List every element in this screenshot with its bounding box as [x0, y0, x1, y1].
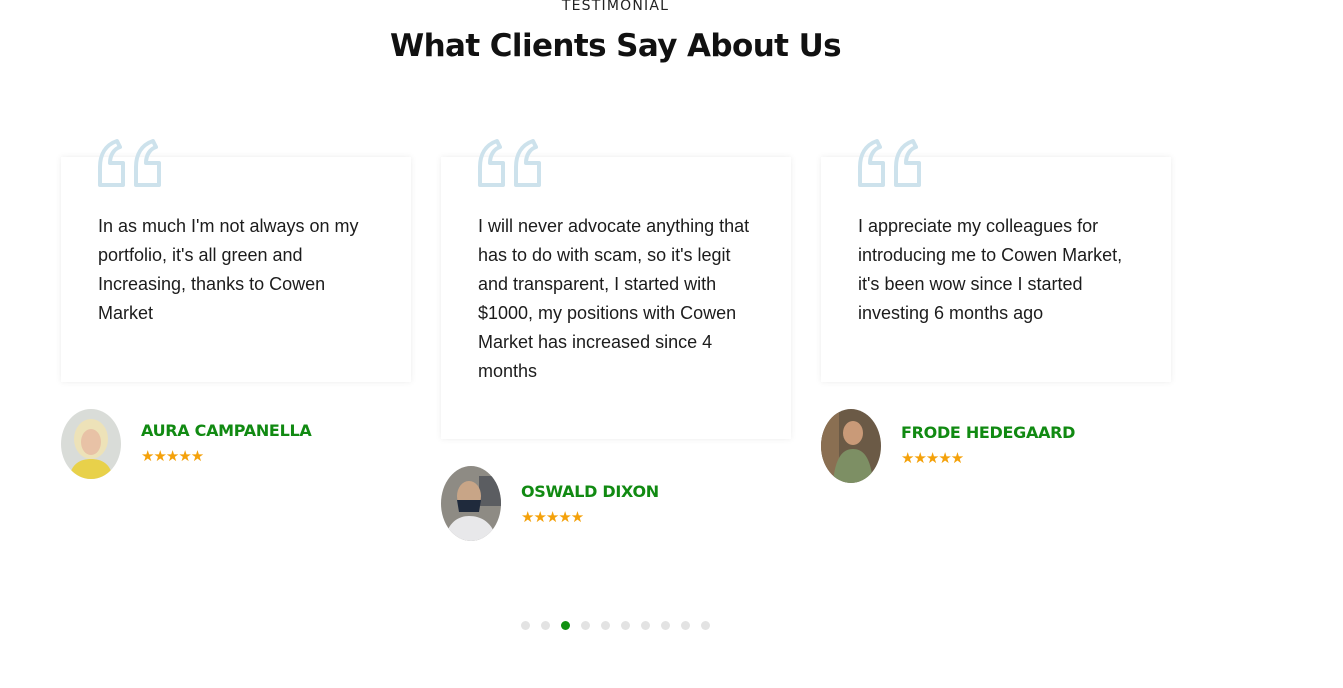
section-eyebrow: TESTIMONIAL	[561, 0, 670, 14]
quote-icon	[478, 139, 541, 187]
carousel-dot-6[interactable]	[621, 621, 630, 630]
testimonial-section: TESTIMONIAL What Clients Say About Us In…	[0, 0, 1343, 688]
avatar	[61, 409, 121, 479]
quote-icon	[98, 139, 161, 187]
testimonial-quote-box: In as much I'm not always on my portfoli…	[61, 139, 411, 382]
carousel-dot-3[interactable]	[561, 621, 570, 630]
rating-stars: ★★★★★	[521, 508, 584, 526]
carousel-dot-9[interactable]	[681, 621, 690, 630]
testimonial-text: I will never advocate anything that has …	[478, 216, 750, 381]
section-title: What Clients Say About Us	[389, 28, 842, 64]
testimonial-text: In as much I'm not always on my portfoli…	[98, 216, 359, 323]
carousel-dot-5[interactable]	[601, 621, 610, 630]
author-name: AURA CAMPANELLA	[141, 421, 312, 440]
avatar	[441, 466, 501, 541]
testimonial-author: FRODE HEDEGAARD ★★★★★	[821, 409, 1171, 483]
testimonial-quote-box: I will never advocate anything that has …	[441, 139, 791, 439]
carousel-dot-10[interactable]	[701, 621, 710, 630]
testimonial-author: AURA CAMPANELLA ★★★★★	[61, 409, 411, 483]
testimonial-text: I appreciate my colleagues for introduci…	[858, 216, 1123, 323]
testimonial-quote-box: I appreciate my colleagues for introduci…	[821, 139, 1171, 382]
quote-icon	[858, 139, 921, 187]
carousel-dot-4[interactable]	[581, 621, 590, 630]
testimonial-author: OSWALD DIXON ★★★★★	[441, 466, 791, 541]
carousel-dot-7[interactable]	[641, 621, 650, 630]
carousel-dot-2[interactable]	[541, 621, 550, 630]
rating-stars: ★★★★★	[901, 449, 964, 467]
carousel-dot-8[interactable]	[661, 621, 670, 630]
carousel-pagination	[521, 621, 710, 630]
author-name: FRODE HEDEGAARD	[901, 423, 1076, 442]
author-name: OSWALD DIXON	[521, 482, 659, 501]
rating-stars: ★★★★★	[141, 447, 204, 465]
carousel-dot-1[interactable]	[521, 621, 530, 630]
avatar	[821, 409, 881, 483]
